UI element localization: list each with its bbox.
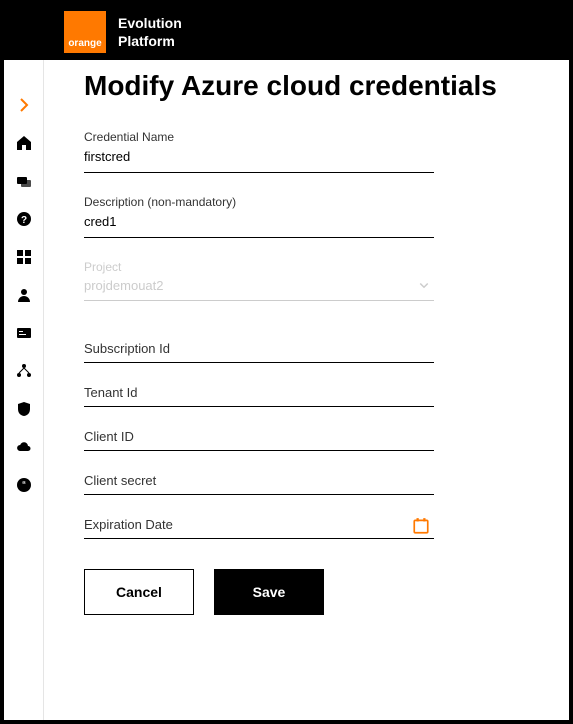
expiration-date-label: Expiration Date (84, 517, 173, 532)
brand-logo: orange (64, 11, 106, 53)
client-secret-label: Client secret (84, 473, 434, 488)
calendar-icon[interactable] (412, 517, 430, 540)
field-description[interactable]: Description (non-mandatory) (84, 195, 434, 238)
description-input[interactable] (84, 214, 434, 230)
sidebar-item-badge[interactable] (15, 324, 33, 342)
field-project: Project projdemouat2 (84, 260, 434, 301)
content: Modify Azure cloud credentials Credentia… (44, 60, 569, 720)
sidebar-toggle[interactable] (15, 96, 33, 114)
field-subscription-id[interactable]: Subscription Id (84, 341, 434, 363)
sidebar-item-help[interactable]: ? (15, 210, 33, 228)
home-icon (16, 135, 32, 151)
credential-name-label: Credential Name (84, 130, 434, 144)
field-client-id[interactable]: Client ID (84, 429, 434, 451)
save-button[interactable]: Save (214, 569, 324, 615)
brand-title: Evolution Platform (118, 14, 182, 50)
sidebar-item-cards[interactable] (15, 172, 33, 190)
field-tenant-id[interactable]: Tenant Id (84, 385, 434, 407)
field-client-secret[interactable]: Client secret (84, 473, 434, 495)
user-icon (16, 287, 32, 303)
sidebar-item-network[interactable] (15, 362, 33, 380)
page-title: Modify Azure cloud credentials (84, 70, 529, 102)
topbar: orange Evolution Platform (4, 4, 569, 60)
client-id-label: Client ID (84, 429, 434, 444)
help-icon: ? (16, 211, 32, 227)
sidebar-item-user[interactable] (15, 286, 33, 304)
tenant-id-label: Tenant Id (84, 385, 434, 400)
sidebar-item-apps[interactable] (15, 248, 33, 266)
brand-logo-text: orange (68, 38, 101, 49)
project-value: projdemouat2 (84, 278, 434, 294)
field-credential-name[interactable]: Credential Name (84, 130, 434, 173)
shield-icon (16, 401, 32, 417)
cancel-button[interactable]: Cancel (84, 569, 194, 615)
svg-text:?: ? (20, 215, 26, 226)
sidebar-item-home[interactable] (15, 134, 33, 152)
chevron-right-icon (16, 97, 32, 113)
button-row: Cancel Save (84, 569, 434, 615)
cloud-icon (16, 439, 32, 455)
brand-title-line1: Evolution (118, 14, 182, 32)
sidebar-item-chat[interactable]: “ (15, 476, 33, 494)
subscription-id-label: Subscription Id (84, 341, 434, 356)
chat-icon: “ (16, 477, 32, 493)
form: Credential Name Description (non-mandato… (84, 130, 434, 615)
sidebar: ? “ (4, 60, 44, 720)
field-expiration-date[interactable]: Expiration Date (84, 517, 434, 539)
credential-name-input[interactable] (84, 149, 434, 165)
chevron-down-icon (418, 278, 430, 296)
description-label: Description (non-mandatory) (84, 195, 434, 209)
sidebar-item-cloud[interactable] (15, 438, 33, 456)
sidebar-item-shield[interactable] (15, 400, 33, 418)
grid-icon (16, 249, 32, 265)
badge-icon (16, 325, 32, 341)
brand-title-line2: Platform (118, 32, 182, 50)
svg-text:“: “ (22, 480, 26, 489)
project-label: Project (84, 260, 434, 274)
cards-icon (16, 173, 32, 189)
network-icon (16, 363, 32, 379)
